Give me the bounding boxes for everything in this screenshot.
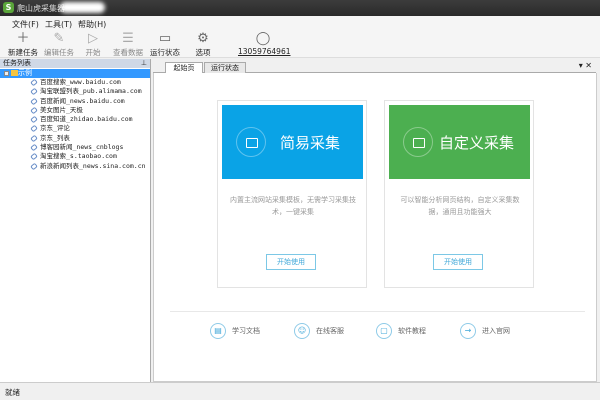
options-button[interactable]: ⚙ 选项 (185, 32, 221, 58)
link-website[interactable]: → 进入官网 (460, 323, 510, 339)
task-item[interactable]: 百度知道_zhidao.baidu.com (0, 115, 150, 124)
folder-icon (11, 70, 18, 76)
task-item[interactable]: 新浪新闻列表_news.sina.com.cn (0, 162, 150, 171)
status-bar: 就绪 (0, 382, 600, 400)
menu-bar: 文件(F) 工具(T) 帮助(H) (0, 16, 600, 30)
toolbar: ＋新建任务 ✎ 编辑任务 ▷ 开始 ☰ 查看数据 ▭ 运行状态 ⚙ 选项 ◯ 1305976… (0, 30, 600, 58)
task-icon (30, 87, 38, 96)
book-icon: ▢ (376, 323, 392, 339)
play-icon: ▷ (88, 31, 98, 46)
arrow-right-icon: → (460, 323, 476, 339)
link-docs[interactable]: ▤ 学习文档 (210, 323, 260, 339)
task-item[interactable]: 淘宝联盟列表_pub.alimama.com (0, 87, 150, 96)
collapse-icon[interactable] (4, 71, 9, 76)
task-icon (30, 115, 38, 124)
user-icon: ◯ (255, 31, 271, 46)
custom-icon (403, 127, 433, 157)
task-item[interactable]: 百度搜索_www.baidu.com (0, 78, 150, 87)
task-icon (30, 162, 38, 171)
task-item[interactable]: 京东_列表 (0, 134, 150, 143)
simple-collect-card: 简易采集 内置主流网站采集模板，无需学习采集技术，一键采集 开始使用 (217, 100, 367, 288)
tab-strip: 起始页 运行状态 ▾ ✕ (153, 59, 596, 74)
close-icon[interactable]: ✕ (585, 61, 592, 70)
redacted-area (60, 2, 105, 13)
account-button[interactable]: ◯ 13059764961 (238, 31, 291, 57)
app-logo-icon: S (3, 2, 14, 13)
status-text: 就绪 (5, 388, 20, 397)
plus-icon: ＋ (16, 31, 30, 46)
menu-help[interactable]: 帮助(H) (78, 19, 106, 30)
menu-tools[interactable]: 工具(T) (45, 19, 72, 30)
task-icon (30, 134, 38, 143)
task-item[interactable]: 博客园新闻_news_cnblogs (0, 143, 150, 152)
task-item[interactable]: 淘宝搜索_s.taobao.com (0, 152, 150, 161)
task-item[interactable]: 百度新闻_news.baidu.com (0, 97, 150, 106)
link-support[interactable]: ☺ 在线客服 (294, 323, 344, 339)
template-icon (236, 127, 266, 157)
custom-collect-card: 自定义采集 可以智能分析网页结构，自定义采集数据，通用且功能强大 开始使用 (384, 100, 534, 288)
task-list-panel: 任务列表 ⊥ 示例 百度搜索_www.baidu.com 淘宝联盟列表_pub.al… (0, 59, 151, 382)
task-item[interactable]: 美女图片_天极 (0, 106, 150, 115)
dropdown-icon[interactable]: ▾ (579, 61, 583, 70)
start-use-button[interactable]: 开始使用 (266, 254, 316, 270)
pin-icon[interactable]: ⊥ (141, 59, 147, 68)
edit-task-button[interactable]: ✎ 编辑任务 (41, 32, 77, 58)
task-icon (30, 153, 38, 161)
tree-root[interactable]: 示例 (0, 69, 150, 78)
card-header[interactable]: 自定义采集 (389, 105, 530, 179)
task-icon (30, 78, 38, 87)
database-icon: ☰ (122, 31, 134, 46)
task-icon (30, 143, 38, 152)
run-status-button[interactable]: ▭ 运行状态 (147, 32, 183, 58)
start-use-button[interactable]: 开始使用 (433, 254, 483, 270)
window-title: 爬山虎采集器 (17, 4, 65, 13)
menu-file[interactable]: 文件(F) (12, 19, 39, 30)
panel-header: 任务列表 ⊥ (0, 59, 150, 68)
card-header[interactable]: 简易采集 (222, 105, 363, 179)
link-tutorial[interactable]: ▢ 软件教程 (376, 323, 426, 339)
tab-run-status[interactable]: 运行状态 (204, 62, 246, 73)
task-icon (30, 106, 38, 115)
task-item[interactable]: 京东_评论 (0, 124, 150, 133)
tab-controls: ▾ ✕ (579, 61, 592, 70)
start-button[interactable]: ▷ 开始 (75, 32, 111, 58)
document-icon: ▤ (210, 323, 226, 339)
gear-icon: ⚙ (197, 31, 209, 46)
view-data-button[interactable]: ☰ 查看数据 (110, 32, 146, 58)
monitor-icon: ▭ (158, 31, 172, 46)
edit-icon: ✎ (53, 31, 65, 46)
title-bar: S 爬山虎采集器 (0, 0, 600, 16)
divider (170, 311, 585, 312)
new-task-button[interactable]: ＋新建任务 (5, 32, 41, 58)
task-icon (30, 125, 38, 133)
start-page: 简易采集 内置主流网站采集模板，无需学习采集技术，一键采集 开始使用 自定义采集… (153, 73, 597, 382)
task-icon (30, 97, 38, 105)
person-icon: ☺ (294, 323, 310, 339)
